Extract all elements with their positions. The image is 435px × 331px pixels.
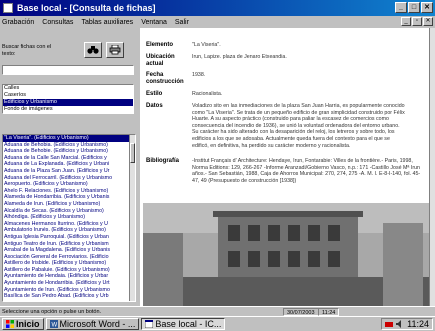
detail-panel: Elemento "La Viseria". Ubicación actual … <box>140 28 435 306</box>
status-date: 30/07/2003 <box>283 308 319 316</box>
print-button[interactable] <box>106 42 124 58</box>
svg-text:W: W <box>51 323 57 329</box>
record-item[interactable]: Alameda de Hondarribia. (Edificios y Urb… <box>3 194 130 201</box>
fecha-label: Fecha construcción <box>146 72 184 85</box>
record-item[interactable]: Aduana de Behobia. (Edificios y Urbanism… <box>3 142 130 149</box>
record-item[interactable]: Alhóndiga. (Edificios y Urbanismo) <box>3 214 130 221</box>
building-photo <box>143 203 432 306</box>
records-scrollbar[interactable] <box>129 135 135 301</box>
status-time: 11:24 <box>318 308 340 316</box>
record-item[interactable]: Aduana del Ferrocarril. (Edificios y Urb… <box>3 175 130 182</box>
record-item-selected[interactable]: "La Viseria". (Edificios y Urbanismo) <box>3 135 130 142</box>
ubicacion-label: Ubicación actual <box>146 54 175 67</box>
estilo-label: Estilo <box>146 91 163 97</box>
app-window-icon <box>145 320 154 328</box>
taskbar-baselocal-button[interactable]: Base local - IC... <box>141 318 226 330</box>
search-button[interactable] <box>84 42 102 58</box>
status-bar: Seleccione una opción o pulse un botón. … <box>0 306 435 316</box>
binoculars-icon <box>87 46 99 54</box>
fecha-value: 1938. <box>192 72 206 78</box>
search-label: Buscar fichas con el texto: <box>2 44 52 57</box>
menu-ventana[interactable]: Ventana <box>141 19 167 26</box>
network-icon[interactable] <box>385 320 394 328</box>
record-item[interactable]: Antiguo Teatro de Irun. (Edificios y Urb… <box>3 241 130 248</box>
record-item[interactable]: Aduana de La Explanada. (Edificios y Urb… <box>3 161 130 168</box>
record-item[interactable]: Aduana de la Plaza San Juan. (Edificios … <box>3 168 130 175</box>
search-input[interactable] <box>2 65 134 75</box>
category-item-selected[interactable]: Edificios y Urbanismo <box>3 99 133 106</box>
minimize-button[interactable]: _ <box>395 2 407 13</box>
category-list[interactable]: Calles Caseríos Edificios y Urbanismo Fo… <box>2 84 134 114</box>
menu-consultas[interactable]: Consultas <box>42 19 73 26</box>
datos-label: Datos <box>146 103 163 109</box>
category-item[interactable]: Fondo de imágenes <box>3 106 133 113</box>
menu-grabacion[interactable]: Grabación <box>2 19 34 26</box>
maximize-button[interactable]: □ <box>408 2 420 13</box>
building-image <box>143 203 432 306</box>
start-button[interactable]: Inicio <box>2 318 44 330</box>
search-panel: Buscar fichas con el texto: Calles Caser… <box>0 28 140 306</box>
printer-icon <box>109 45 121 55</box>
record-item[interactable]: Ayuntamiento de Hendaia. (Edificios y Ur… <box>3 273 130 280</box>
word-icon: W <box>49 320 58 329</box>
system-tray: 11:24 <box>381 318 433 330</box>
records-list[interactable]: "La Viseria". (Edificios y Urbanismo) Adu… <box>2 134 136 302</box>
elemento-label: Elemento <box>146 42 174 48</box>
record-item[interactable]: Ahelo F. Relaciones. (Edificios y Urbani… <box>3 188 130 195</box>
datos-value: Voladizo sito en las inmediaciones de la… <box>192 103 405 149</box>
taskbar-word-button[interactable]: W Microsoft Word - ... <box>45 318 140 330</box>
mdi-restore-button[interactable]: ▫ <box>412 17 422 26</box>
elemento-value: "La Viseria". <box>192 42 221 48</box>
record-item[interactable]: Alameda de Irun. (Edificios y Urbanismo) <box>3 201 130 208</box>
record-item[interactable]: Aduana de Behobie. (Edificios y Urbanism… <box>3 148 130 155</box>
record-item[interactable]: Aeropuerto. (Edificios y Urbanismo) <box>3 181 130 188</box>
window-title: Base local - [Consulta de fichas] <box>17 3 156 13</box>
record-item[interactable]: Basílica de San Pedro Abad. (Edificios y… <box>3 293 130 300</box>
menu-bar: Grabación Consultas Tablas auxiliares Ve… <box>0 16 435 28</box>
record-item[interactable]: Aduana de la Calle San Marcial. (Edifici… <box>3 155 130 162</box>
start-label: Inicio <box>16 319 40 329</box>
estilo-value: Racionalista. <box>192 91 223 97</box>
mdi-minimize-button[interactable]: _ <box>401 17 411 26</box>
bibliografia-label: Bibliografía <box>146 158 180 164</box>
record-item[interactable]: Astillero de Pabaluie. (Edificios y Urba… <box>3 267 130 274</box>
ubicacion-value: Irun, Lapize. plaza de Jenaro Etxeandia. <box>192 54 287 60</box>
bibliografia-value: -Institut Français d' Architecture: Hend… <box>192 158 421 184</box>
mdi-close-button[interactable]: ✕ <box>423 17 433 26</box>
record-item[interactable]: Arrabal de la Magdalena. (Edificios y Ur… <box>3 247 130 254</box>
record-item[interactable]: Almacenes Hermanos Iturrino. (Edificios … <box>3 221 130 228</box>
record-item[interactable]: Alcaldía de Secas. (Edificios y Urbanism… <box>3 208 130 215</box>
record-item[interactable]: Ayuntamiento de Hondarribia. (Edificios … <box>3 280 130 287</box>
record-item[interactable]: Astillero de Irisbide. (Edificios y Urba… <box>3 260 130 267</box>
record-item[interactable]: Antigua Iglesia Parroquial. (Edificios y… <box>3 234 130 241</box>
record-item[interactable]: Ambulatorio Irunés. (Edificios y Urbanis… <box>3 227 130 234</box>
taskbar-word-label: Microsoft Word - ... <box>59 319 136 329</box>
taskbar: Inicio W Microsoft Word - ... Base local… <box>0 316 435 331</box>
clock: 11:24 <box>407 319 429 329</box>
windows-logo-icon <box>6 320 14 328</box>
close-button[interactable]: ✕ <box>421 2 433 13</box>
title-bar: Base local - [Consulta de fichas] _ □ ✕ <box>0 0 435 16</box>
app-icon <box>3 3 13 13</box>
taskbar-baselocal-label: Base local - IC... <box>155 319 222 329</box>
detail-scrollbar[interactable] <box>429 28 435 306</box>
volume-icon[interactable] <box>396 320 404 328</box>
record-item[interactable]: Ayuntamiento de Irun. (Edificios y Urban… <box>3 287 130 294</box>
menu-salir[interactable]: Salir <box>175 19 189 26</box>
scrollbar-thumb[interactable] <box>130 143 135 163</box>
category-item[interactable]: Caseríos <box>3 92 133 99</box>
menu-tablas-auxiliares[interactable]: Tablas auxiliares <box>81 19 133 26</box>
category-item[interactable]: Calles <box>3 85 133 92</box>
record-item[interactable]: Asociación General de Ferroviarios. (Edi… <box>3 254 130 261</box>
